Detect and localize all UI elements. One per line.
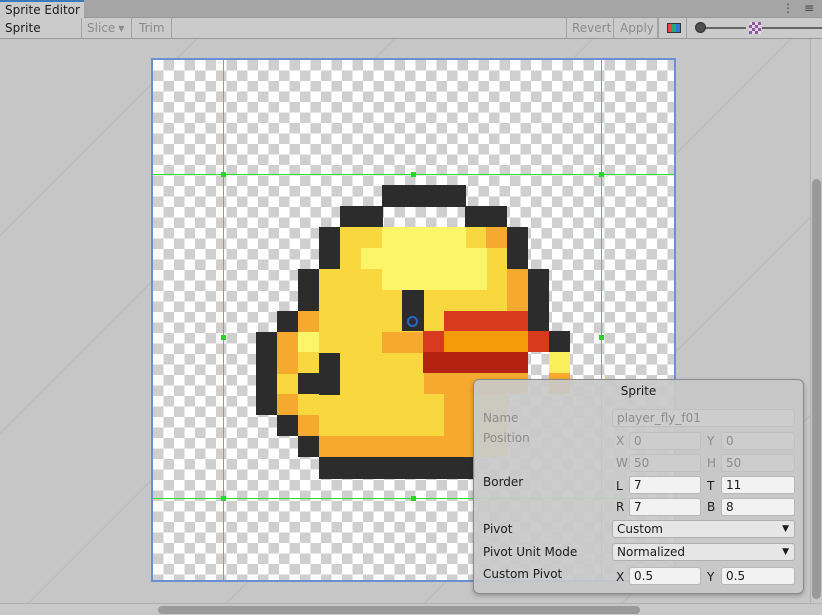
position-x-field[interactable]: 0 (629, 432, 701, 450)
border-handle[interactable] (221, 496, 226, 501)
border-l-label: L (616, 479, 623, 493)
position-h-label: H (707, 456, 717, 470)
chevron-down-icon: ▼ (782, 524, 789, 534)
pivot-unit-mode-label: Pivot Unit Mode (483, 545, 578, 559)
custom-pivot-label: Custom Pivot (483, 567, 563, 581)
tab-sprite-editor[interactable]: Sprite Editor (0, 0, 84, 18)
pivot-unit-mode-value: Normalized (617, 545, 686, 559)
panel-title: Sprite (620, 384, 657, 398)
border-handle[interactable] (221, 172, 226, 177)
pivot-value: Custom (617, 522, 663, 536)
border-r-field[interactable]: 7 (629, 498, 701, 516)
border-label: Border (483, 475, 524, 489)
position-w-field[interactable]: 50 (629, 454, 701, 472)
position-y-field[interactable]: 0 (721, 432, 795, 450)
horizontal-scrollbar-thumb[interactable] (158, 606, 640, 614)
window-tab-bar: Sprite Editor ⋮ ≡ (0, 0, 822, 18)
custom-pivot-y-field[interactable]: 0.5 (721, 567, 795, 585)
chevron-down-icon: ▼ (118, 24, 125, 33)
position-label: Position (483, 431, 530, 445)
position-h-field[interactable]: 50 (721, 454, 795, 472)
apply-button[interactable]: Apply (614, 18, 658, 38)
pivot-label: Pivot (483, 522, 513, 536)
custom-pivot-y-label: Y (707, 570, 715, 584)
zoom-slider-track[interactable] (762, 27, 822, 29)
custom-pivot-x-field[interactable]: 0.5 (629, 567, 701, 585)
horizontal-scrollbar[interactable] (0, 603, 822, 615)
custom-pivot-x-label: X (616, 570, 625, 584)
border-t-field[interactable]: 11 (721, 476, 795, 494)
vertical-scrollbar-thumb[interactable] (812, 179, 821, 599)
position-y-label: Y (707, 434, 715, 448)
border-handle[interactable] (599, 172, 604, 177)
slice-label: Slice (87, 21, 116, 35)
sprite-editor-mode-dropdown[interactable]: Sprite Editor▼ (0, 18, 82, 55)
border-b-label: B (707, 500, 716, 514)
kebab-menu-icon[interactable]: ⋮ (782, 1, 794, 15)
border-left-guide[interactable] (223, 60, 224, 580)
name-label: Name (483, 411, 519, 425)
name-field[interactable]: player_fly_f01 (612, 409, 795, 427)
position-x-label: X (616, 434, 625, 448)
border-handle[interactable] (411, 496, 416, 501)
border-r-label: R (616, 500, 625, 514)
border-b-field[interactable]: 8 (721, 498, 795, 516)
slice-dropdown[interactable]: Slice ▼ (82, 18, 132, 38)
vertical-scrollbar[interactable] (810, 39, 822, 603)
more-options-icon[interactable]: ≡ (804, 1, 814, 15)
border-handle[interactable] (599, 335, 604, 340)
sprite-properties-panel: Sprite Name player_fly_f01 Position X 0 … (473, 379, 804, 594)
pivot-dropdown[interactable]: Custom ▼ (612, 520, 795, 538)
revert-button[interactable]: Revert (566, 18, 614, 38)
color-channel-button[interactable] (658, 18, 687, 38)
mipmap-checker-icon (749, 22, 761, 34)
border-handle[interactable] (221, 335, 226, 340)
border-t-label: T (707, 479, 715, 493)
position-w-label: W (616, 456, 628, 470)
mip-level-slider-track[interactable] (700, 27, 746, 29)
trim-button[interactable]: Trim (132, 18, 172, 38)
chevron-down-icon: ▼ (782, 547, 789, 557)
pivot-handle[interactable] (407, 316, 418, 327)
pivot-unit-mode-dropdown[interactable]: Normalized ▼ (612, 543, 795, 561)
rgb-channel-icon (667, 23, 681, 33)
border-l-field[interactable]: 7 (629, 476, 701, 494)
border-handle[interactable] (411, 172, 416, 177)
mip-level-slider-handle[interactable] (695, 22, 706, 33)
toolbar: Sprite Editor▼ Slice▼ Trim Revert Apply (0, 18, 822, 55)
